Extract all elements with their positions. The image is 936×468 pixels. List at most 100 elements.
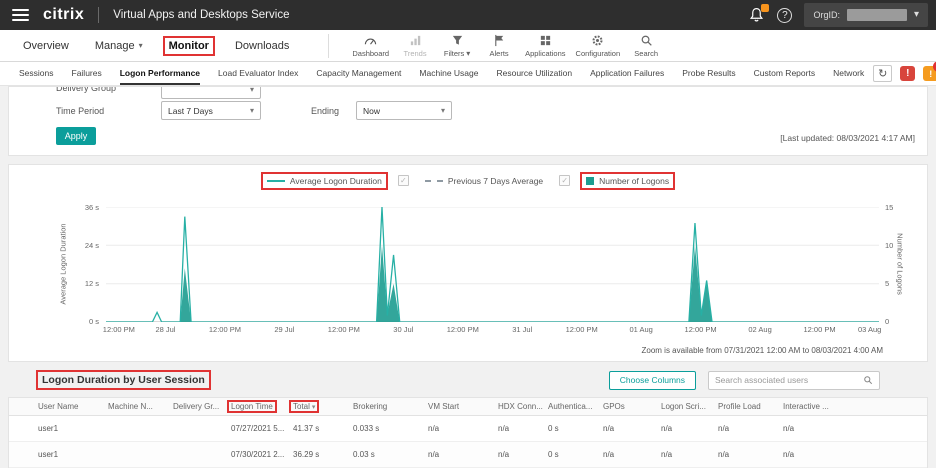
y-tick: 0 s xyxy=(69,317,99,326)
cell-gpos: n/a xyxy=(603,450,661,459)
section-title: Logon Duration by User Session xyxy=(42,374,205,386)
cell-vm-start: n/a xyxy=(428,424,498,433)
y-tick: 12 s xyxy=(69,279,99,288)
cell-authentication: 0 s xyxy=(548,424,603,433)
logon-duration-chart xyxy=(106,207,879,322)
x-tick: 12:00 PM xyxy=(328,325,360,334)
last-updated-text: [Last updated: 08/03/2021 4:17 AM] xyxy=(780,133,915,143)
org-id-redacted xyxy=(847,9,907,21)
tab-network[interactable]: Network xyxy=(833,62,864,85)
tab-resource-utilization[interactable]: Resource Utilization xyxy=(496,62,572,85)
tab-machine-usage[interactable]: Machine Usage xyxy=(419,62,478,85)
x-tick: 01 Aug xyxy=(629,325,652,334)
search-icon xyxy=(640,34,653,47)
tool-search[interactable]: Search xyxy=(625,34,667,58)
chart-plot-area[interactable] xyxy=(106,207,879,322)
col-logon-scripts[interactable]: Logon Scri... xyxy=(661,402,706,411)
x-tick: 31 Jul xyxy=(512,325,532,334)
apply-button[interactable]: Apply xyxy=(56,127,96,145)
time-period-dropdown[interactable]: Last 7 Days▾ xyxy=(161,101,261,120)
account-menu[interactable]: OrgID: ▾ xyxy=(804,3,928,27)
nav-item-overview[interactable]: Overview xyxy=(23,40,69,52)
choose-columns-button[interactable]: Choose Columns xyxy=(609,371,696,390)
table-row[interactable]: user1 07/30/2021 2... 36.29 s 0.03 s n/a… xyxy=(9,442,927,468)
cell-vm-start: n/a xyxy=(428,450,498,459)
legend-number-of-logons[interactable]: Number of Logons xyxy=(586,176,669,186)
tab-load-evaluator-index[interactable]: Load Evaluator Index xyxy=(218,62,298,85)
nav-divider xyxy=(328,34,329,58)
y-tick: 24 s xyxy=(69,241,99,250)
tab-capacity-management[interactable]: Capacity Management xyxy=(316,62,401,85)
col-gpos[interactable]: GPOs xyxy=(603,402,625,411)
col-machine-name[interactable]: Machine N... xyxy=(108,402,153,411)
col-logon-time[interactable]: Logon Time xyxy=(231,402,273,411)
tab-application-failures[interactable]: Application Failures xyxy=(590,62,664,85)
filter-funnel-icon xyxy=(451,34,464,47)
tool-trends[interactable]: Trends xyxy=(394,34,436,58)
tool-applications[interactable]: Applications xyxy=(520,34,570,58)
col-total[interactable]: Total▾ xyxy=(293,402,315,411)
dashed-line-swatch xyxy=(425,180,443,182)
citrix-monitor-screen: citrix Virtual Apps and Desktops Service… xyxy=(0,0,936,468)
ending-dropdown[interactable]: Now▾ xyxy=(356,101,452,120)
delivery-group-dropdown[interactable]: ▾ xyxy=(161,86,261,99)
legend-checkbox-previous[interactable]: ✓ xyxy=(559,175,570,186)
x-tick: 02 Aug xyxy=(748,325,771,334)
tab-custom-reports[interactable]: Custom Reports xyxy=(754,62,815,85)
col-interactive[interactable]: Interactive ... xyxy=(783,402,829,411)
tool-configuration[interactable]: Configuration xyxy=(571,34,626,58)
col-brokering[interactable]: Brokering xyxy=(353,402,387,411)
table-header-row: User Name Machine N... Delivery Gr... Lo… xyxy=(9,398,927,416)
x-tick: 12:00 PM xyxy=(803,325,835,334)
notification-badge xyxy=(761,4,769,12)
hamburger-menu-icon[interactable] xyxy=(12,9,29,21)
tool-dashboard[interactable]: Dashboard xyxy=(347,34,394,58)
col-hdx-connection[interactable]: HDX Conn... xyxy=(498,402,543,411)
search-users-input[interactable] xyxy=(715,375,859,385)
chevron-down-icon: ▾ xyxy=(441,106,445,115)
tab-probe-results[interactable]: Probe Results xyxy=(682,62,735,85)
x-tick: 29 Jul xyxy=(274,325,294,334)
legend-previous-7-days-average[interactable]: Previous 7 Days Average xyxy=(425,176,543,186)
cell-logon-time: 07/27/2021 5... xyxy=(231,424,293,433)
sort-caret-icon: ▾ xyxy=(312,403,316,411)
cell-hdx: n/a xyxy=(498,450,548,459)
search-icon xyxy=(863,375,873,385)
nav-item-monitor[interactable]: Monitor xyxy=(169,40,209,52)
topbar-divider xyxy=(98,7,99,23)
ending-label: Ending xyxy=(311,106,339,116)
tool-alerts[interactable]: Alerts xyxy=(478,34,520,58)
y-axis-left-label: Average Logon Duration xyxy=(59,223,68,304)
error-alert-icon[interactable]: ! xyxy=(900,66,915,81)
cell-profile-load: n/a xyxy=(718,424,783,433)
col-authentication[interactable]: Authentica... xyxy=(548,402,592,411)
content-area: Delivery Group ▾ Time Period Last 7 Days… xyxy=(8,86,928,468)
cell-brokering: 0.033 s xyxy=(353,424,428,433)
tab-sessions[interactable]: Sessions xyxy=(19,62,54,85)
col-delivery-group[interactable]: Delivery Gr... xyxy=(173,402,219,411)
topbar: citrix Virtual Apps and Desktops Service… xyxy=(0,0,936,30)
col-user-name[interactable]: User Name xyxy=(38,402,78,411)
nav-item-downloads[interactable]: Downloads xyxy=(235,40,289,52)
tab-logon-performance[interactable]: Logon Performance xyxy=(120,62,200,85)
x-tick: 30 Jul xyxy=(393,325,413,334)
x-tick: 12:00 PM xyxy=(103,325,135,334)
nav-item-manage[interactable]: Manage▾ xyxy=(95,40,143,52)
refresh-button[interactable]: ↻ xyxy=(873,65,892,82)
service-title: Virtual Apps and Desktops Service xyxy=(113,9,289,21)
tab-failures[interactable]: Failures xyxy=(72,62,102,85)
legend-checkbox-average[interactable]: ✓ xyxy=(398,175,409,186)
warning-alert-icon[interactable]: ! 5 xyxy=(923,66,936,81)
table-row[interactable]: user1 07/27/2021 5... 41.37 s 0.033 s n/… xyxy=(9,416,927,442)
alerts-flag-icon xyxy=(493,34,506,47)
chevron-down-icon: ▾ xyxy=(466,49,470,58)
main-nav: Overview Manage▾ Monitor Downloads Dashb… xyxy=(0,30,936,62)
cell-brokering: 0.03 s xyxy=(353,450,428,459)
legend-average-logon-duration[interactable]: Average Logon Duration xyxy=(267,176,382,186)
notifications-bell-icon[interactable] xyxy=(749,7,765,23)
col-profile-load[interactable]: Profile Load xyxy=(718,402,761,411)
help-icon[interactable]: ? xyxy=(777,8,792,23)
cell-profile-load: n/a xyxy=(718,450,783,459)
tool-filters[interactable]: Filters▾ xyxy=(436,34,478,58)
col-vm-start[interactable]: VM Start xyxy=(428,402,459,411)
